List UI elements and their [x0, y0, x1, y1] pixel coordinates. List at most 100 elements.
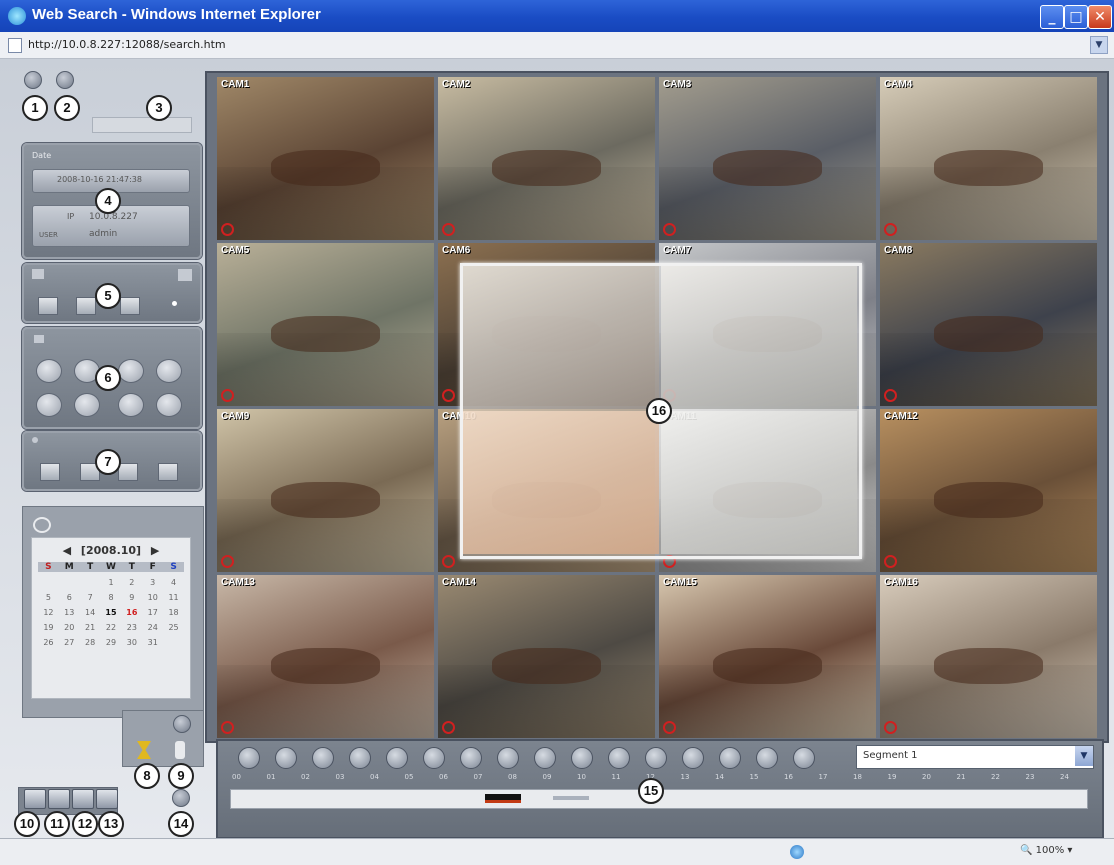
calendar-day[interactable]: 27 — [59, 638, 80, 647]
enlarged-camera-view[interactable] — [463, 266, 659, 409]
setup-icon[interactable] — [72, 789, 94, 809]
minimize-button[interactable]: _ — [1040, 5, 1064, 29]
calendar-day[interactable]: 3 — [142, 578, 163, 587]
camera-tile[interactable]: CAM9 — [217, 409, 434, 572]
segment-select[interactable]: Segment 1 ▼ — [856, 745, 1094, 769]
network-icon[interactable] — [96, 789, 118, 809]
person-icon[interactable] — [175, 741, 185, 759]
close-button[interactable]: ✕ — [1088, 5, 1112, 29]
calendar-day[interactable]: 18 — [163, 608, 184, 617]
timeline-channel-button[interactable] — [238, 747, 260, 769]
hourglass-icon[interactable] — [137, 741, 151, 759]
calendar-day[interactable]: 1 — [101, 578, 122, 587]
timeline-channel-button[interactable] — [793, 747, 815, 769]
timeline-channel-button[interactable] — [571, 747, 593, 769]
timeline-channel-button[interactable] — [719, 747, 741, 769]
timeline-channel-button[interactable] — [756, 747, 778, 769]
calendar-day[interactable]: 19 — [38, 623, 59, 632]
calendar-day[interactable]: 5 — [38, 593, 59, 602]
ptz-button-3[interactable] — [118, 359, 144, 383]
address-url[interactable]: http://10.0.8.227:12088/search.htm — [28, 38, 226, 51]
ptz-button-6[interactable] — [74, 393, 100, 417]
camera-tile[interactable]: CAM5 — [217, 243, 434, 406]
calendar-day[interactable]: 22 — [101, 623, 122, 632]
maximize-button[interactable]: □ — [1064, 5, 1088, 29]
ptz-button-7[interactable] — [118, 393, 144, 417]
enlarged-camera-view[interactable] — [661, 411, 857, 554]
segment-dropdown-icon[interactable]: ▼ — [1075, 746, 1093, 766]
timeline-channel-button[interactable] — [349, 747, 371, 769]
timeline-channel-button[interactable] — [682, 747, 704, 769]
settings-icon[interactable] — [178, 269, 192, 281]
calendar-day[interactable]: 14 — [80, 608, 101, 617]
calendar-day[interactable]: 7 — [80, 593, 101, 602]
print-button[interactable] — [76, 297, 96, 315]
calendar-day[interactable]: 23 — [121, 623, 142, 632]
next-month-button[interactable]: ▶ — [151, 544, 159, 557]
datetime-text: 2008-10-16 21:47:38 — [57, 175, 142, 184]
layout-single-button[interactable] — [40, 463, 60, 481]
backup-icon[interactable] — [24, 789, 46, 809]
calendar-day[interactable]: 9 — [121, 593, 142, 602]
camera-tile[interactable]: CAM15 — [659, 575, 876, 738]
camera-label: CAM1 — [221, 79, 250, 90]
live-mode-button[interactable] — [24, 71, 42, 89]
export-icon[interactable] — [48, 789, 70, 809]
camera-tile[interactable]: CAM14 — [438, 575, 655, 738]
camera-tile[interactable]: CAM16 — [880, 575, 1097, 738]
ptz-button-4[interactable] — [156, 359, 182, 383]
camera-tile[interactable]: CAM1 — [217, 77, 434, 240]
timeline-channel-button[interactable] — [608, 747, 630, 769]
ptz-button-5[interactable] — [36, 393, 62, 417]
camera-tile[interactable]: CAM3 — [659, 77, 876, 240]
timeline-channel-button[interactable] — [645, 747, 667, 769]
calendar-day[interactable]: 16 — [121, 608, 142, 617]
camera-tile[interactable]: CAM2 — [438, 77, 655, 240]
calendar-day[interactable]: 10 — [142, 593, 163, 602]
calendar-day[interactable]: 8 — [101, 593, 122, 602]
calendar-day[interactable]: 20 — [59, 623, 80, 632]
calendar-up-button[interactable] — [173, 715, 191, 733]
address-dropdown-icon[interactable]: ▼ — [1090, 36, 1108, 54]
calendar-day[interactable]: 15 — [101, 608, 122, 617]
calendar-day[interactable]: 24 — [142, 623, 163, 632]
camera-tile[interactable]: CAM13 — [217, 575, 434, 738]
zoom-level[interactable]: 🔍 100% ▾ — [1020, 845, 1072, 856]
prev-month-button[interactable]: ◀ — [63, 544, 71, 557]
calendar-day[interactable]: 11 — [163, 593, 184, 602]
ptz-button-1[interactable] — [36, 359, 62, 383]
timeline-channel-button[interactable] — [423, 747, 445, 769]
help-button[interactable] — [172, 789, 190, 807]
timeline-channel-button[interactable] — [275, 747, 297, 769]
ptz-button-8[interactable] — [156, 393, 182, 417]
calendar-day[interactable]: 28 — [80, 638, 101, 647]
calendar-day[interactable]: 2 — [121, 578, 142, 587]
calendar-day[interactable]: 29 — [101, 638, 122, 647]
calendar-day[interactable]: 12 — [38, 608, 59, 617]
timeline-channel-button[interactable] — [460, 747, 482, 769]
timeline-channel-button[interactable] — [312, 747, 334, 769]
camera-tile[interactable]: CAM8 — [880, 243, 1097, 406]
save-button[interactable] — [120, 297, 140, 315]
camera-tile[interactable]: CAM4 — [880, 77, 1097, 240]
calendar-day[interactable]: 21 — [80, 623, 101, 632]
layout-nine-button[interactable] — [118, 463, 138, 481]
enlarged-camera-view[interactable] — [661, 266, 857, 409]
capture-button[interactable] — [38, 297, 58, 315]
address-bar[interactable]: http://10.0.8.227:12088/search.htm ▼ — [0, 32, 1114, 59]
calendar-day[interactable]: 17 — [142, 608, 163, 617]
search-mode-button[interactable] — [56, 71, 74, 89]
timeline-channel-button[interactable] — [386, 747, 408, 769]
calendar-day[interactable]: 30 — [121, 638, 142, 647]
calendar-day[interactable]: 13 — [59, 608, 80, 617]
calendar-day[interactable]: 6 — [59, 593, 80, 602]
timeline-channel-button[interactable] — [534, 747, 556, 769]
camera-tile[interactable]: CAM12 — [880, 409, 1097, 572]
layout-sixteen-button[interactable] — [158, 463, 178, 481]
calendar-day[interactable]: 25 — [163, 623, 184, 632]
calendar-day[interactable]: 26 — [38, 638, 59, 647]
calendar-day[interactable]: 31 — [142, 638, 163, 647]
timeline-channel-button[interactable] — [497, 747, 519, 769]
enlarged-camera-view[interactable] — [463, 411, 659, 554]
calendar-day[interactable]: 4 — [163, 578, 184, 587]
